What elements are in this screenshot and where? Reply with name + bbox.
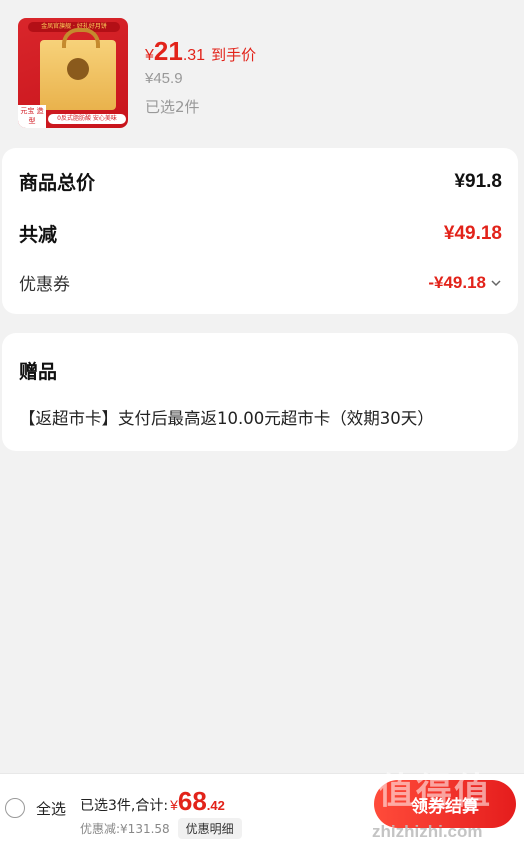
thumbnail-tag: 元宝 造型 [18, 105, 46, 128]
total-reduce-value: ¥49.18 [443, 222, 502, 244]
gift-description: 【返超市卡】支付后最高返10.00元超市卡（效期30天） [19, 409, 434, 428]
total-price-value: ¥91.8 [454, 170, 502, 192]
thumbnail-bottom-banner: 0反式脂肪酸 安心美味 [48, 114, 126, 124]
coupon-row[interactable]: 优惠券 -¥49.18 [19, 270, 502, 295]
coupon-label: 优惠券 [19, 275, 70, 295]
gift-box-icon [40, 28, 116, 110]
total-price-label: 商品总价 [19, 172, 96, 194]
coupon-amount: -¥49.18 [428, 272, 486, 292]
discount-line: 优惠减:¥131.58 优惠明细 [80, 818, 242, 839]
discount-text: 优惠减:¥131.58 [80, 822, 170, 836]
total-price-row: 商品总价 ¥91.8 [19, 168, 502, 195]
gift-title: 赠品 [19, 361, 58, 383]
price-suffix: 到手价 [211, 46, 257, 64]
gift-card: 赠品 【返超市卡】支付后最高返10.00元超市卡（效期30天） [2, 333, 518, 451]
total-reduce-row: 共减 ¥49.18 [19, 220, 502, 247]
coupon-value[interactable]: -¥49.18 [428, 273, 502, 293]
total-line: 已选3件,合计: ¥68.42 [80, 786, 225, 817]
total-integer: 68 [177, 786, 207, 816]
original-price: ¥45.9 [145, 70, 183, 87]
price-integer: 21 [153, 36, 183, 66]
product-summary: 金凤官旗舰 · 好礼好月饼 元宝 造型 0反式脂肪酸 安心美味 ¥21.31 到手… [0, 0, 524, 140]
chevron-down-icon [491, 279, 501, 286]
price-currency: ¥ [145, 47, 154, 64]
watermark-logo: 值得值 [378, 771, 493, 812]
total-decimal: .42 [206, 798, 225, 813]
total-currency: ¥ [170, 797, 178, 813]
selected-count: 已选2件 [145, 98, 200, 116]
product-thumbnail[interactable]: 金凤官旗舰 · 好礼好月饼 元宝 造型 0反式脂肪酸 安心美味 [18, 18, 128, 128]
watermark-url: zhizhizhi.com [372, 822, 483, 841]
total-reduce-label: 共减 [19, 224, 58, 246]
final-price: ¥21.31 到手价 [145, 36, 256, 67]
price-summary-card: 商品总价 ¥91.8 共减 ¥49.18 优惠券 -¥49.18 [2, 148, 518, 314]
total-prefix: 已选3件,合计: [80, 798, 169, 814]
select-all-label[interactable]: 全选 [36, 798, 66, 819]
select-all-checkbox[interactable] [5, 798, 25, 818]
discount-detail-button[interactable]: 优惠明细 [177, 818, 242, 839]
price-decimal: .31 [182, 47, 206, 64]
